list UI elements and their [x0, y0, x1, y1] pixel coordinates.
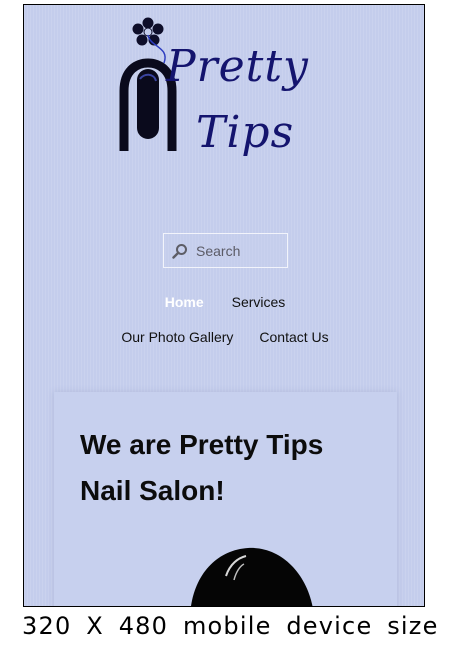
logo-word-pretty: Pretty: [166, 41, 309, 92]
page-heading: We are Pretty Tips Nail Salon!: [80, 429, 324, 506]
main-nav-row-1: Home Services: [24, 294, 424, 310]
nav-item-services[interactable]: Services: [232, 294, 286, 310]
search-input[interactable]: [196, 242, 281, 259]
mobile-device-frame: Pretty Tips Home Services Our Photo Gall…: [23, 4, 425, 607]
magnifier-icon: [172, 243, 187, 259]
page: Pretty Tips Home Services Our Photo Gall…: [0, 0, 450, 650]
nav-item-home[interactable]: Home: [165, 294, 204, 310]
device-size-caption: 320 X 480 mobile device size: [22, 612, 439, 640]
nav-item-contact-us[interactable]: Contact Us: [259, 329, 328, 345]
search-box[interactable]: [163, 233, 288, 268]
nail-image: [191, 547, 313, 606]
nav-item-photo-gallery[interactable]: Our Photo Gallery: [121, 329, 233, 345]
content-card: We are Pretty Tips Nail Salon!: [54, 392, 397, 606]
main-nav-row-2: Our Photo Gallery Contact Us: [24, 329, 424, 345]
logo-word-tips: Tips: [196, 107, 295, 158]
site-logo[interactable]: Pretty Tips: [110, 11, 308, 183]
